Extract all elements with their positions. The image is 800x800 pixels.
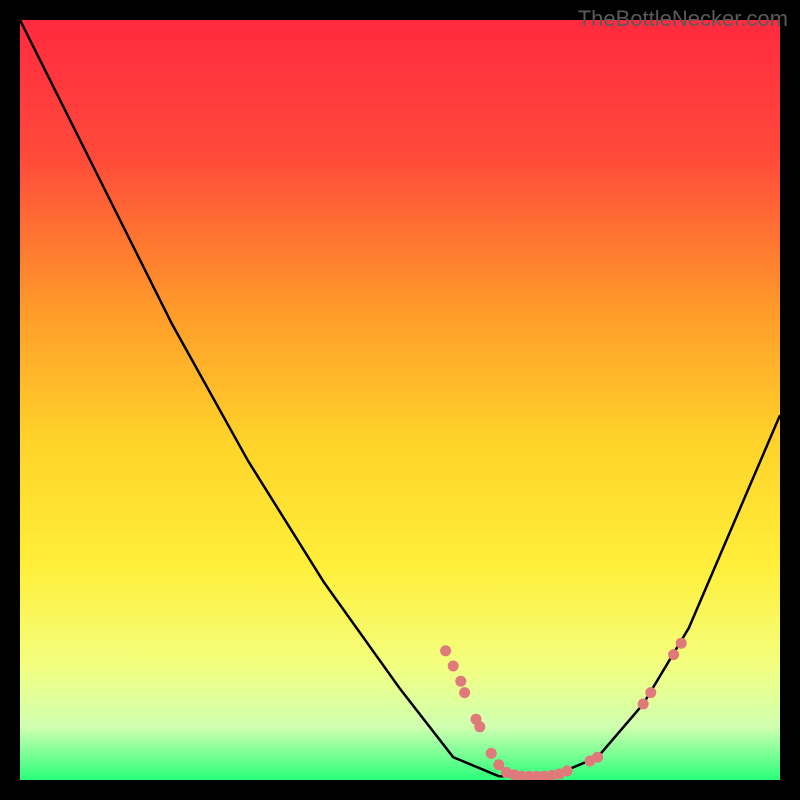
data-marker [455,676,466,687]
chart-plot-area [20,20,780,780]
data-marker [676,638,687,649]
data-marker [645,687,656,698]
watermark-text: TheBottleNecker.com [578,6,788,32]
data-marker [562,765,573,776]
chart-svg [20,20,780,780]
data-marker [592,752,603,763]
data-marker [638,699,649,710]
data-marker [448,661,459,672]
data-marker [474,721,485,732]
data-marker [486,748,497,759]
data-marker [440,645,451,656]
data-marker [459,687,470,698]
data-marker [668,649,679,660]
